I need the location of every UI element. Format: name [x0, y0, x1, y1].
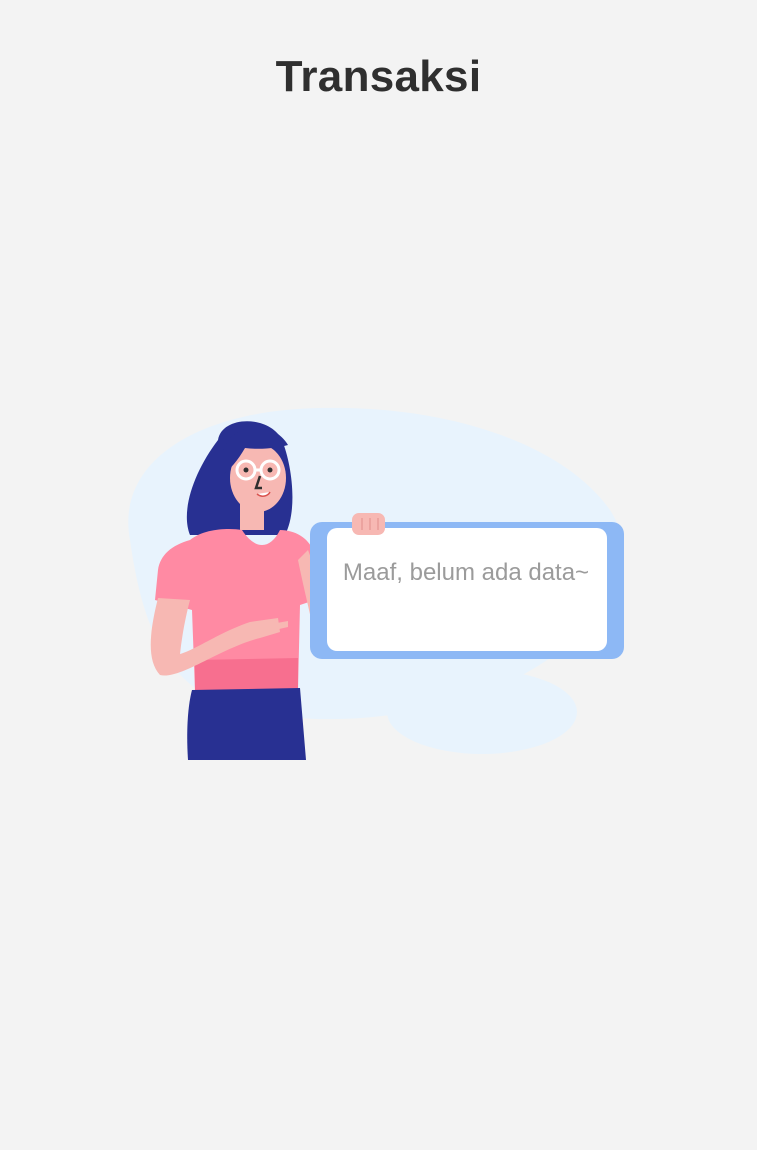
empty-state-illustration: Maaf, belum ada data~ — [110, 400, 640, 770]
empty-state-message: Maaf, belum ada data~ — [342, 559, 590, 586]
page-title: Transaksi — [275, 52, 482, 101]
transactions-screen: Transaksi Maaf, belum ada data~ — [0, 0, 757, 1150]
